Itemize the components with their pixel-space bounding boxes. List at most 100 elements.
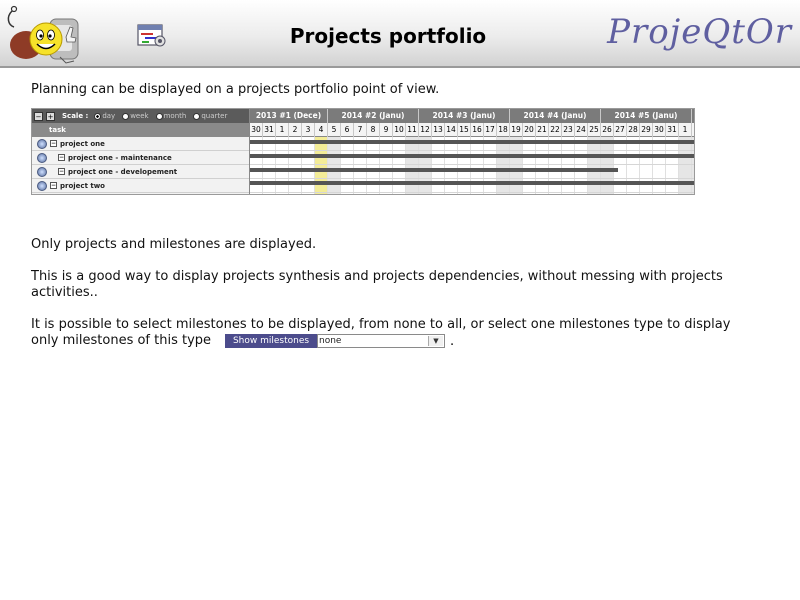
collapse-toggle-icon[interactable]: −	[50, 182, 57, 189]
task-row[interactable]: − project two	[32, 179, 249, 193]
day-column	[380, 137, 393, 194]
day-column	[510, 137, 523, 194]
day-column	[354, 137, 367, 194]
day-header: 28	[627, 123, 640, 137]
day-header: 31	[263, 123, 276, 137]
day-header: 31	[666, 123, 679, 137]
gantt-task-panel: − + Scale : day week month quarter task …	[32, 109, 250, 194]
day-column	[484, 137, 497, 194]
day-header: 22	[549, 123, 562, 137]
milestones-select[interactable]: none ▼	[317, 334, 445, 348]
chevron-down-icon[interactable]: ▼	[428, 336, 443, 346]
day-header-row: 30 31 1 2 3 4 5 6 7 8 9 10 11 12 13 14 15 16 17 18 19 20 21 22 2…	[250, 123, 694, 137]
radio-icon	[155, 112, 163, 120]
task-row[interactable]: − project one - maintenance	[32, 151, 249, 165]
scale-option-week[interactable]: week	[122, 112, 149, 120]
day-header: 1	[679, 123, 692, 137]
row-separator	[250, 192, 694, 193]
day-column	[575, 137, 588, 194]
day-column	[640, 137, 653, 194]
day-column	[562, 137, 575, 194]
show-milestones-button[interactable]: Show milestones	[225, 334, 317, 348]
intro-text: Planning can be displayed on a projects …	[31, 82, 440, 97]
projects-milestones-text: Only projects and milestones are display…	[31, 237, 317, 252]
day-column	[445, 137, 458, 194]
radio-icon	[122, 112, 130, 120]
day-column	[627, 137, 640, 194]
radio-icon	[94, 112, 102, 120]
scale-option-month[interactable]: month	[155, 112, 186, 120]
day-header: 4	[315, 123, 328, 137]
task-name: project one - maintenance	[68, 153, 172, 162]
day-header: 30	[653, 123, 666, 137]
day-column	[250, 137, 263, 194]
row-separator	[250, 178, 694, 179]
brand-wordmark: ProjeQtOr	[607, 12, 792, 52]
scale-option-day[interactable]: day	[94, 112, 115, 120]
day-header: 1	[276, 123, 289, 137]
day-header: 10	[393, 123, 406, 137]
day-header: 19	[510, 123, 523, 137]
row-separator	[250, 150, 694, 151]
gantt-bar[interactable]	[250, 168, 618, 172]
day-column	[458, 137, 471, 194]
day-header: 21	[536, 123, 549, 137]
day-header: 13	[432, 123, 445, 137]
day-column	[653, 137, 666, 194]
day-column	[497, 137, 510, 194]
day-header: 23	[562, 123, 575, 137]
task-column-header: task	[32, 123, 249, 137]
week-header: 2014 #4 (Janu)	[510, 109, 601, 123]
project-icon	[37, 138, 47, 149]
day-column	[302, 137, 315, 194]
day-column	[419, 137, 432, 194]
day-header: 18	[497, 123, 510, 137]
day-column	[523, 137, 536, 194]
day-column	[341, 137, 354, 194]
gantt-timeline: 2013 #1 (Dece) 2014 #2 (Janu) 2014 #3 (Jan…	[250, 109, 694, 194]
day-header: 16	[471, 123, 484, 137]
day-column	[328, 137, 341, 194]
scale-option-label: quarter	[201, 112, 228, 120]
project-icon	[37, 152, 47, 163]
day-header: 7	[354, 123, 367, 137]
day-header: 12	[419, 123, 432, 137]
day-header: 3	[302, 123, 315, 137]
collapse-toggle-icon[interactable]: −	[58, 168, 65, 175]
collapse-toggle-icon[interactable]: −	[58, 154, 65, 161]
day-column	[393, 137, 406, 194]
week-header: 2014 #3 (Janu)	[419, 109, 510, 123]
task-row[interactable]: − project one	[32, 137, 249, 151]
day-header: 17	[484, 123, 497, 137]
collapse-toggle-icon[interactable]: −	[50, 140, 57, 147]
scale-option-label: day	[102, 112, 116, 120]
task-name: project two	[60, 181, 105, 190]
week-header-row: 2013 #1 (Dece) 2014 #2 (Janu) 2014 #3 (Jan…	[250, 109, 694, 123]
scale-option-label: week	[130, 112, 149, 120]
expand-all-button[interactable]: +	[46, 111, 55, 121]
gantt-bar[interactable]	[250, 140, 694, 144]
gantt-bar[interactable]	[250, 154, 694, 158]
day-column	[601, 137, 614, 194]
task-row[interactable]: − project one - developement	[32, 165, 249, 179]
collapse-all-button[interactable]: −	[34, 111, 43, 121]
week-header: 2014 #5 (Janu)	[601, 109, 692, 123]
day-column	[549, 137, 562, 194]
scale-option-quarter[interactable]: quarter	[193, 112, 227, 120]
day-column	[367, 137, 380, 194]
gantt-bar[interactable]	[250, 181, 694, 185]
day-header: 11	[406, 123, 419, 137]
scale-label: Scale :	[62, 112, 89, 120]
day-column	[679, 137, 692, 194]
row-separator	[250, 164, 694, 165]
day-header: 30	[250, 123, 263, 137]
day-header: 6	[341, 123, 354, 137]
day-header: 2	[289, 123, 302, 137]
day-header: 2	[692, 123, 694, 137]
project-icon	[37, 180, 47, 191]
day-column	[432, 137, 445, 194]
day-column	[692, 137, 694, 194]
week-header: 2013 #1 (Dece)	[250, 109, 328, 123]
task-name: project one	[60, 139, 105, 148]
milestones-select-value: none	[319, 336, 342, 346]
